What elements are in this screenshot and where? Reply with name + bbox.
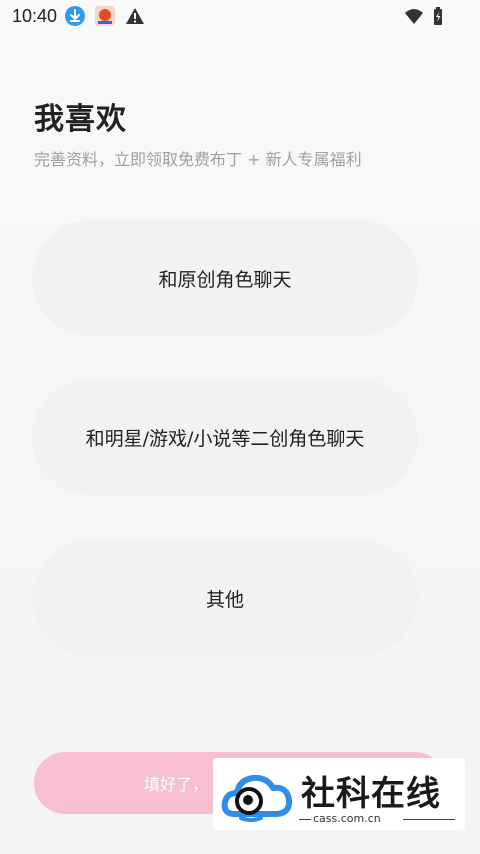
option-label: 和原创角色聊天 xyxy=(158,268,292,291)
watermark-brand: 社科在线 xyxy=(301,774,441,814)
wifi-icon xyxy=(404,6,424,26)
option-fan-creation-chat[interactable]: 和明星/游戏/小说等二创角色聊天 xyxy=(32,379,418,495)
app-icon xyxy=(95,6,115,26)
download-icon xyxy=(65,6,85,26)
watermark-url: cass.com.cn xyxy=(313,812,381,825)
watermark-divider xyxy=(299,819,311,820)
watermark-logo-icon xyxy=(221,774,293,822)
page-subtitle: 完善资料，立即领取免费布丁 + 新人专属福利 xyxy=(34,150,362,169)
warning-icon xyxy=(125,6,145,26)
option-original-character-chat[interactable]: 和原创角色聊天 xyxy=(32,220,418,336)
watermark: 社科在线 cass.com.cn xyxy=(213,758,465,830)
option-label: 其他 xyxy=(205,588,244,611)
watermark-divider xyxy=(403,819,455,820)
option-label: 和明星/游戏/小说等二创角色聊天 xyxy=(85,427,365,450)
page-title: 我喜欢 xyxy=(34,102,127,137)
status-bar: 10:40 xyxy=(0,0,480,32)
status-time: 10:40 xyxy=(12,6,58,26)
battery-icon xyxy=(430,6,450,26)
submit-label: 填好了， xyxy=(144,775,209,794)
option-other[interactable]: 其他 xyxy=(32,540,418,656)
